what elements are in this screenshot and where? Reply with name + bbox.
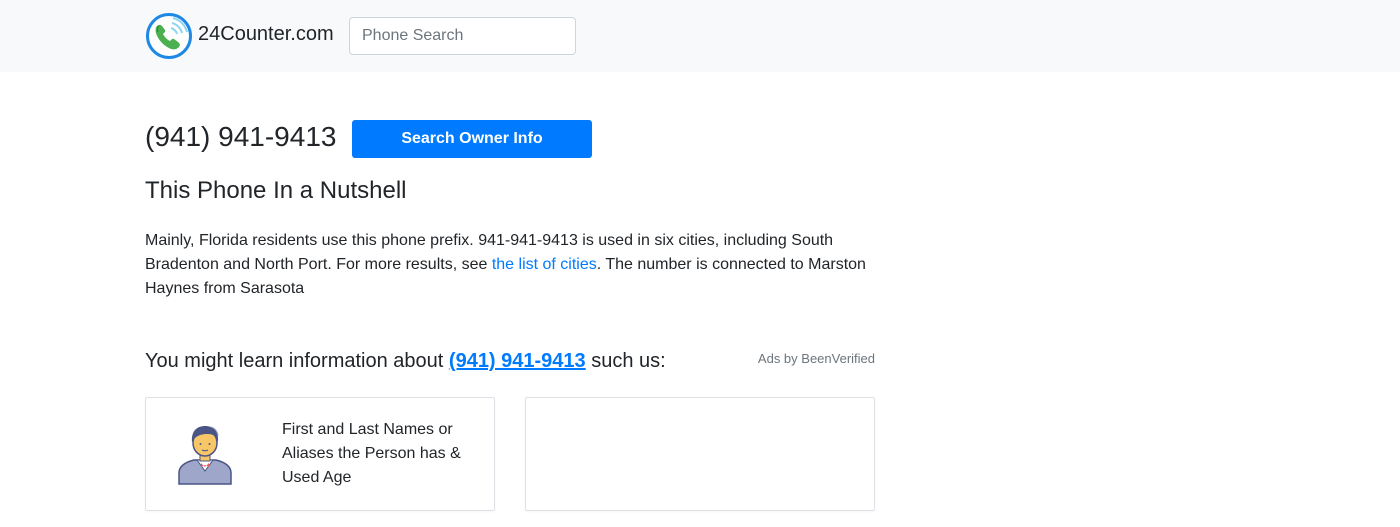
learn-suffix: such us:	[585, 350, 666, 372]
brand-link[interactable]: 24Counter.com	[146, 13, 334, 59]
info-card-names[interactable]: First and Last Names or Aliases the Pers…	[145, 397, 495, 511]
learn-info-heading: You might learn information about (941) …	[145, 346, 666, 376]
phone-logo-icon	[146, 13, 192, 59]
phone-summary: Mainly, Florida residents use this phone…	[145, 229, 880, 301]
person-icon	[178, 426, 232, 485]
phone-number-link[interactable]: (941) 941-9413	[449, 350, 586, 372]
card-description: First and Last Names or Aliases the Pers…	[282, 421, 461, 486]
city-list-link[interactable]: the list of cities	[492, 256, 597, 273]
nutshell-heading: This Phone In a Nutshell	[145, 177, 407, 204]
search-owner-info-button[interactable]: Search Owner Info	[352, 120, 592, 158]
phone-number-title: (941) 941-9413	[145, 121, 337, 152]
info-card-empty[interactable]	[525, 397, 875, 511]
learn-prefix: You might learn information about	[145, 350, 449, 372]
top-navbar: 24Counter.com	[0, 0, 1400, 72]
phone-search-input[interactable]	[349, 17, 576, 55]
ads-label: Ads by BeenVerified	[757, 351, 875, 366]
brand-name: 24Counter.com	[198, 23, 334, 45]
